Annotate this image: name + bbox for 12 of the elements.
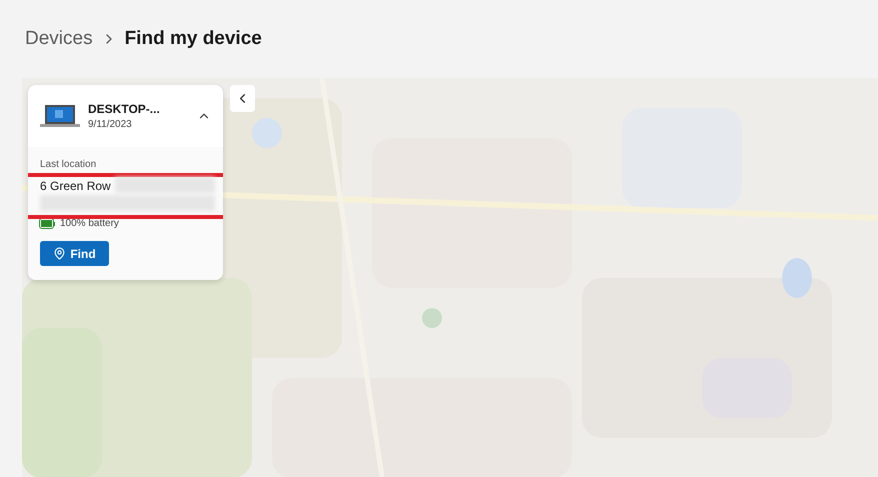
- laptop-icon: [40, 104, 80, 128]
- page-title: Find my device: [124, 28, 262, 50]
- battery-icon: [40, 219, 55, 228]
- location-label: Last location: [40, 159, 98, 170]
- location-pin-icon: [53, 247, 66, 260]
- breadcrumb-link[interactable]: Devices: [25, 28, 93, 50]
- device-date: 9/11/2023: [88, 119, 133, 130]
- device-name: DESKTOP-...: [88, 102, 161, 116]
- battery-text: 100% battery: [60, 218, 119, 229]
- collapse-button[interactable]: [230, 85, 255, 112]
- address-text: 6 Green Row: [40, 179, 111, 193]
- find-button[interactable]: Find: [40, 241, 109, 266]
